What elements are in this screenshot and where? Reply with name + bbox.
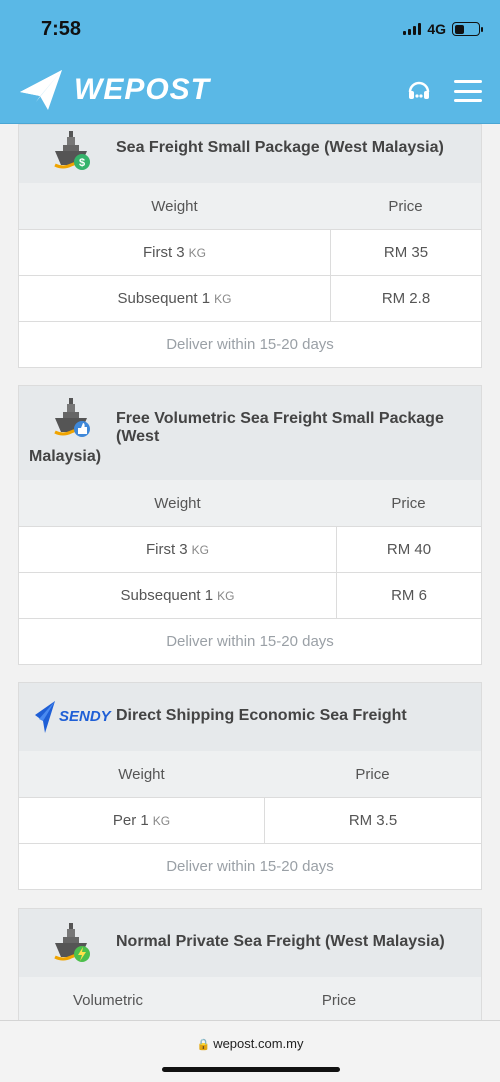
battery-icon: [452, 22, 483, 36]
table-row: Subsequent 1 KG RM 2.8: [19, 275, 481, 321]
cellular-signal-icon: [403, 23, 422, 35]
price-cell: RM 2.8: [330, 276, 481, 321]
card-header: Free Volumetric Sea Freight Small Packag…: [19, 386, 481, 480]
paper-plane-icon: [20, 70, 62, 110]
price-cell: RM 6: [336, 573, 481, 618]
hamburger-menu-icon[interactable]: [454, 80, 482, 102]
weight-cell: First 3 KG: [142, 244, 206, 261]
column-header-weight: Weight: [154, 494, 201, 512]
home-indicator[interactable]: [162, 1067, 340, 1072]
table-row: First 3 KG RM 35: [19, 229, 481, 275]
delivery-note: Deliver within 15-20 days: [19, 321, 481, 367]
ship-thumbs-up-icon: [54, 398, 90, 437]
pricing-card-free-volumetric: Free Volumetric Sea Freight Small Packag…: [18, 385, 482, 665]
column-header-weight: Weight: [151, 197, 198, 215]
card-title-line-1: Free Volumetric Sea Freight Small Packag…: [116, 410, 444, 445]
sendy-arrow-icon: [35, 701, 55, 733]
card-header: $ Sea Freight Small Package (West Malays…: [19, 125, 481, 183]
status-time: 7:58: [41, 18, 82, 40]
column-header-volumetric: Volumetric: [72, 991, 144, 1009]
address-bar[interactable]: 🔒 wepost.com.my: [0, 1036, 500, 1051]
card-header: SENDY Direct Shipping Economic Sea Freig…: [19, 683, 481, 751]
status-indicators: 4G: [403, 21, 483, 37]
card-title: Direct Shipping Economic Sea Freight: [116, 707, 407, 724]
column-header-weight: Weight: [118, 765, 165, 783]
pricing-card-normal-private: Normal Private Sea Freight (West Malaysi…: [18, 908, 482, 1020]
lock-icon: 🔒: [196, 1039, 211, 1051]
status-bar: 7:58 4G: [0, 0, 500, 58]
price-cell: RM 3.5: [264, 798, 481, 843]
delivery-note: Deliver within 15-20 days: [19, 618, 481, 664]
support-headset-icon[interactable]: [406, 78, 432, 104]
brand-name: WEPOST: [74, 73, 211, 106]
pricing-card-sea-freight: $ Sea Freight Small Package (West Malays…: [18, 124, 482, 368]
table-header: Volumetric Price: [19, 977, 481, 1020]
weight-cell: Subsequent 1 KG: [120, 587, 235, 604]
column-header-price: Price: [388, 197, 423, 215]
card-title: Normal Private Sea Freight (West Malaysi…: [116, 933, 445, 950]
weight-cell: First 3 KG: [145, 541, 209, 558]
delivery-note: Deliver within 15-20 days: [19, 843, 481, 889]
url-text: wepost.com.my: [213, 1036, 304, 1051]
brand-logo[interactable]: WEPOST: [18, 68, 210, 112]
table-header: Weight Price: [19, 183, 481, 229]
table-row: Per 1 KG RM 3.5: [19, 797, 481, 843]
svg-text:$: $: [79, 157, 85, 169]
weight-cell: Subsequent 1 KG: [117, 290, 232, 307]
price-cell: RM 35: [330, 230, 481, 275]
column-header-price: Price: [355, 765, 390, 783]
price-cell: RM 40: [336, 527, 481, 572]
column-header-price: Price: [321, 991, 357, 1009]
ship-lightning-icon: [54, 923, 90, 962]
pricing-list[interactable]: $ Sea Freight Small Package (West Malays…: [0, 124, 500, 1020]
network-type: 4G: [427, 21, 446, 37]
table-row: First 3 KG RM 40: [19, 526, 481, 572]
card-title: Sea Freight Small Package (West Malaysia…: [116, 139, 444, 156]
table-header: Weight Price: [19, 480, 481, 526]
top-navbar: WEPOST: [0, 58, 500, 124]
browser-bottom-bar: 🔒 wepost.com.my: [0, 1020, 500, 1082]
column-header-price: Price: [391, 494, 426, 512]
sendy-logo-text: SENDY: [59, 708, 111, 725]
table-header: Weight Price: [19, 751, 481, 797]
ship-dollar-icon: $: [54, 131, 90, 170]
card-title-line-2: Malaysia): [29, 448, 102, 465]
card-header: Normal Private Sea Freight (West Malaysi…: [19, 909, 481, 977]
weight-cell: Per 1 KG: [112, 812, 171, 829]
pricing-card-direct-shipping: SENDY Direct Shipping Economic Sea Freig…: [18, 682, 482, 890]
table-row: Subsequent 1 KG RM 6: [19, 572, 481, 618]
